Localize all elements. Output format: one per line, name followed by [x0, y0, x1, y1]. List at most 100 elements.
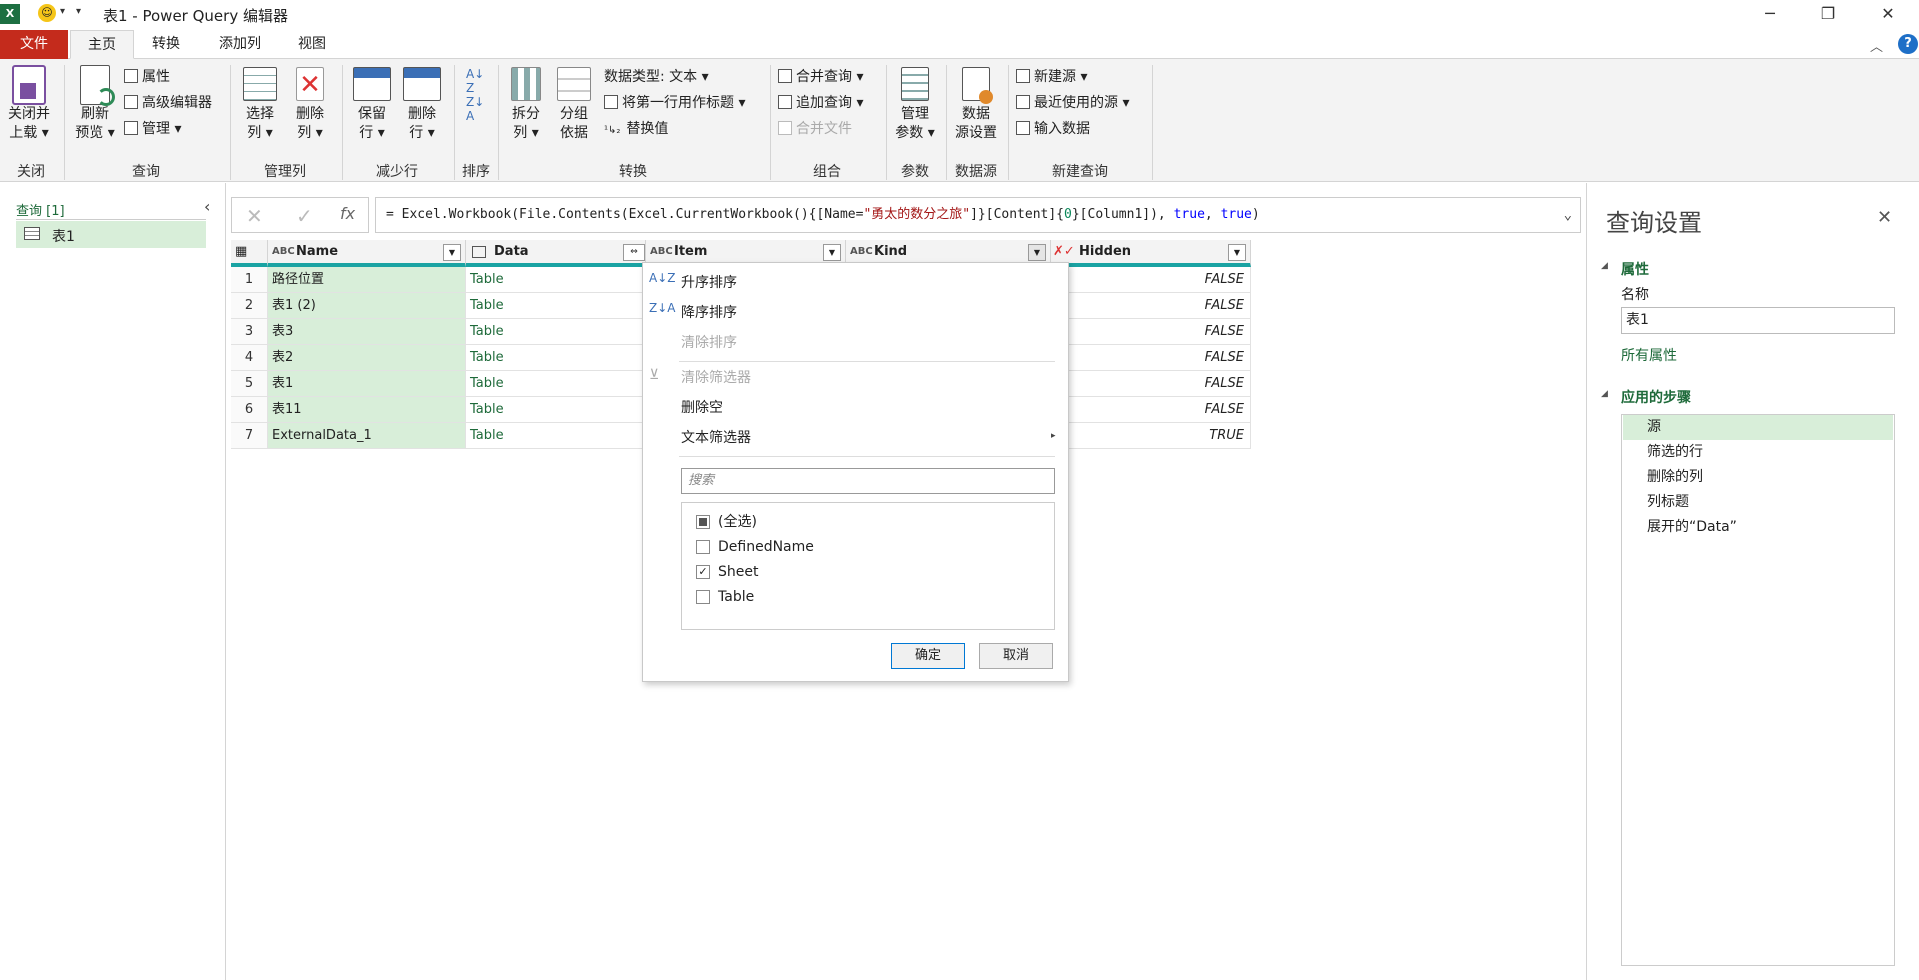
customize-qat-icon[interactable]: ▾ — [76, 6, 81, 17]
filter-dropdown-button[interactable]: ▼ — [1028, 244, 1046, 261]
column-header-name[interactable]: ABC Name ▼ — [268, 240, 466, 267]
checkbox[interactable] — [696, 540, 710, 554]
chevron-down-icon[interactable]: ▾ — [60, 6, 65, 17]
applied-step[interactable]: 列标题 — [1623, 490, 1893, 515]
close-window-button[interactable]: ✕ — [1868, 2, 1908, 26]
remove-columns-button[interactable]: ✕ 删除 列 ▾ — [286, 63, 334, 143]
combine-files-button[interactable]: 合并文件 — [778, 119, 852, 139]
minimize-button[interactable]: ─ — [1750, 2, 1790, 26]
merge-queries-button[interactable]: 合并查询 ▾ — [778, 67, 863, 87]
applied-steps-list: 源筛选的行 删除的列 列标题 展开的“Data” — [1621, 414, 1895, 966]
search-input[interactable]: 搜索 — [681, 468, 1055, 494]
clear-sort-item[interactable]: 清除排序 — [681, 331, 737, 355]
column-header-hidden[interactable]: ✗✓ Hidden ▼ — [1051, 240, 1251, 267]
text-type-icon[interactable]: ABC — [850, 240, 873, 264]
remove-empty-item[interactable]: 删除空 — [681, 396, 723, 420]
expand-column-icon[interactable]: ⇔ — [623, 244, 645, 261]
recent-sources-button[interactable]: 最近使用的源 ▾ — [1016, 93, 1129, 113]
divider — [16, 219, 206, 220]
remove-rows-button[interactable]: 删除 行 ▾ — [398, 63, 446, 143]
data-source-settings-button[interactable]: 数据 源设置 — [950, 63, 1002, 143]
ok-button[interactable]: 确定 — [891, 643, 965, 669]
data-type-dropdown[interactable]: 数据类型: 文本 ▾ — [604, 67, 709, 87]
cancel-icon[interactable]: ✕ — [246, 204, 263, 228]
checkbox[interactable]: ✓ — [696, 565, 710, 579]
group-by-button[interactable]: 分组 依据 — [552, 63, 596, 143]
cell-hidden: FALSE — [1051, 345, 1251, 371]
tab-file[interactable]: 文件 — [0, 30, 68, 59]
text-type-icon[interactable]: ABC — [272, 240, 295, 264]
restore-button[interactable]: ❐ — [1808, 2, 1848, 26]
expand-formula-icon[interactable]: ⌄ — [1564, 198, 1572, 232]
filter-value-label[interactable]: Sheet — [718, 561, 758, 583]
fx-icon[interactable]: fx — [340, 204, 355, 223]
help-icon[interactable]: ? — [1898, 34, 1918, 54]
column-header-data[interactable]: Data ⇔ — [466, 240, 646, 267]
collapse-icon[interactable]: ◢ — [1601, 389, 1608, 399]
clear-filter-item[interactable]: 清除筛选器 — [681, 366, 751, 390]
append-queries-button[interactable]: 追加查询 ▾ — [778, 93, 863, 113]
replace-values-button[interactable]: ¹↳₂ 替换值 — [604, 119, 668, 139]
enter-data-button[interactable]: 输入数据 — [1016, 119, 1090, 139]
tab-add-column[interactable]: 添加列 — [200, 30, 280, 59]
append-icon — [778, 95, 792, 109]
chevron-right-icon: ▸ — [1051, 431, 1056, 441]
tab-home[interactable]: 主页 — [70, 30, 134, 59]
split-column-button[interactable]: 拆分 列 ▾ — [504, 63, 548, 143]
text-type-icon[interactable]: ABC — [650, 240, 673, 264]
tab-view[interactable]: 视图 — [284, 30, 340, 59]
cell-name: 表11 — [268, 397, 466, 423]
filter-dropdown-button[interactable]: ▼ — [1228, 244, 1246, 261]
tab-transform[interactable]: 转换 — [136, 30, 196, 59]
query-item[interactable]: 表1 — [16, 221, 206, 248]
applied-step[interactable]: 删除的列 — [1623, 465, 1893, 490]
text-filters-item[interactable]: 文本筛选器 — [681, 426, 751, 450]
group-new-query-label: 新建查询 — [1052, 164, 1108, 180]
sort-ascending-item[interactable]: 升序排序 — [681, 271, 737, 295]
sort-descending-icon[interactable]: Z↓ A — [466, 95, 484, 123]
applied-step[interactable]: 展开的“Data” — [1623, 515, 1893, 540]
collapse-ribbon-icon[interactable]: ︿ — [1870, 36, 1883, 55]
checkbox[interactable] — [696, 590, 710, 604]
new-source-button[interactable]: 新建源 ▾ — [1016, 67, 1087, 87]
formula-input[interactable]: = Excel.Workbook(File.Contents(Excel.Cur… — [375, 197, 1581, 233]
divider — [946, 65, 947, 180]
collapse-icon[interactable]: ◢ — [1601, 261, 1608, 271]
filter-value-label[interactable]: DefinedName — [718, 536, 814, 558]
cell-name: 表2 — [268, 345, 466, 371]
applied-step[interactable]: 筛选的行 — [1623, 440, 1893, 465]
first-row-header-button[interactable]: 将第一行用作标题 ▾ — [604, 93, 745, 113]
name-field[interactable]: 表1 — [1621, 307, 1895, 334]
cancel-button[interactable]: 取消 — [979, 643, 1053, 669]
filter-value-label[interactable]: (全选) — [718, 511, 757, 533]
row-number: 2 — [231, 293, 268, 319]
cell-hidden: FALSE — [1051, 293, 1251, 319]
properties-button[interactable]: 属性 — [124, 67, 170, 87]
title-bar: X ☺ ▾ ▾ 表1 - Power Query 编辑器 ─ ❐ ✕ — [0, 0, 1919, 28]
close-load-button[interactable]: 关闭并 上载 ▾ — [4, 63, 54, 143]
smiley-icon[interactable]: ☺ — [38, 4, 56, 22]
enter-data-icon — [1016, 121, 1030, 135]
filter-dropdown-button[interactable]: ▼ — [443, 244, 461, 261]
applied-step[interactable]: 源 — [1623, 415, 1893, 440]
divider — [1008, 65, 1009, 180]
filter-value-label[interactable]: Table — [718, 586, 754, 608]
manage-button[interactable]: 管理 ▾ — [124, 119, 181, 139]
checkbox[interactable] — [696, 515, 710, 529]
keep-rows-button[interactable]: 保留 行 ▾ — [348, 63, 396, 143]
check-icon[interactable]: ✓ — [296, 204, 313, 228]
close-icon[interactable]: ✕ — [1877, 207, 1892, 228]
sort-descending-item[interactable]: 降序排序 — [681, 301, 737, 325]
all-properties-link[interactable]: 所有属性 — [1621, 345, 1677, 365]
manage-parameters-button[interactable]: 管理 参数 ▾ — [890, 63, 940, 143]
refresh-preview-button[interactable]: 刷新 预览 ▾ — [70, 63, 120, 143]
choose-columns-button[interactable]: 选择 列 ▾ — [236, 63, 284, 143]
boolean-type-icon[interactable]: ✗✓ — [1053, 240, 1075, 264]
sort-ascending-icon[interactable]: A↓ Z — [466, 67, 484, 95]
table-menu-icon[interactable]: ▦ — [231, 240, 268, 267]
collapse-pane-icon[interactable]: ‹ — [204, 197, 210, 216]
advanced-editor-button[interactable]: 高级编辑器 — [124, 93, 212, 113]
excel-app-icon: X — [0, 4, 20, 24]
filter-dropdown-button[interactable]: ▼ — [823, 244, 841, 261]
window-title: 表1 - Power Query 编辑器 — [103, 7, 288, 25]
